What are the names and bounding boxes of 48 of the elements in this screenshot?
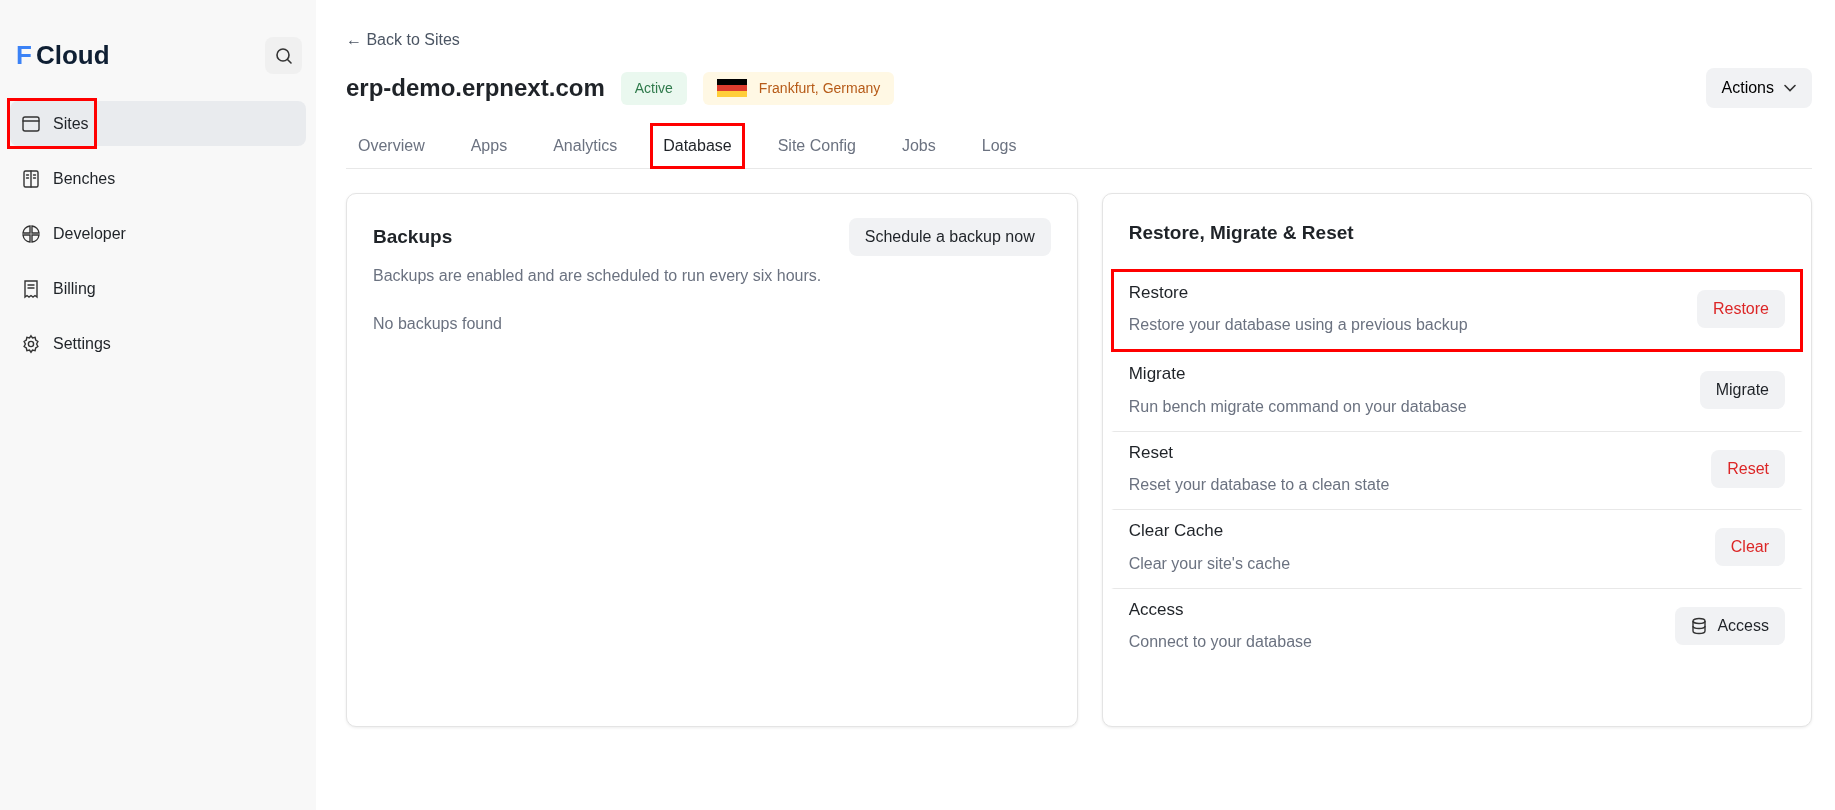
back-link[interactable]: ← Back to Sites [346, 31, 460, 48]
tab[interactable]: Overview [346, 124, 437, 168]
action-title: Clear Cache [1128, 520, 1225, 543]
region-badge: Frankfurt, Germany [702, 71, 895, 105]
logo-mark: F [16, 39, 32, 72]
action-button[interactable]: Access [1675, 606, 1785, 645]
action-title: Access [1128, 598, 1185, 621]
search-icon [274, 46, 293, 65]
settings-icon [21, 333, 41, 354]
action-title: Restore [1128, 281, 1190, 304]
search-button[interactable] [265, 37, 302, 74]
site-name: erp-demo.erpnext.com [346, 73, 605, 103]
action-description: Reset your database to a clean state [1128, 475, 1390, 496]
action-description: Connect to your database [1128, 632, 1312, 653]
card-title: Restore, Migrate & Reset [1128, 222, 1355, 245]
action-description: Clear your site's cache [1128, 553, 1291, 574]
tab[interactable]: Jobs [889, 124, 948, 168]
tab[interactable]: Logs [969, 124, 1029, 168]
flag-icon [716, 79, 747, 97]
sidebar-item[interactable]: Benches [10, 156, 306, 201]
status-badge: Active [620, 71, 687, 105]
chevron-down-icon [1784, 84, 1796, 92]
action-description: Run bench migrate command on your database [1128, 396, 1467, 417]
action-title: Migrate [1128, 363, 1187, 386]
logo-text: Cloud [35, 39, 110, 72]
grid-circle-icon [21, 223, 41, 244]
action-button[interactable]: Reset [1711, 449, 1785, 488]
action-button[interactable]: Migrate [1699, 371, 1785, 410]
action-button[interactable]: Clear [1714, 528, 1785, 567]
actions-button[interactable]: Actions [1705, 68, 1812, 108]
empty-message: No backups found [373, 314, 503, 334]
tab[interactable]: Database [651, 124, 744, 168]
tab[interactable]: Analytics [541, 124, 630, 168]
sidebar-item[interactable]: Developer [10, 211, 306, 256]
tab[interactable]: Site Config [765, 124, 868, 168]
schedule-backup-button[interactable]: Schedule a backup now [848, 218, 1051, 256]
tab[interactable]: Apps [458, 124, 520, 168]
columns-icon [21, 168, 41, 189]
database-icon [1691, 616, 1708, 635]
sidebar-item[interactable]: Billing [10, 266, 306, 311]
action-description: Restore your database using a previous backup [1128, 315, 1468, 336]
backups-description: Backups are enabled and are scheduled to run every six hours. [373, 266, 823, 286]
browser-window-icon [21, 113, 41, 134]
card-title: Backups [373, 225, 453, 249]
receipt-icon [21, 278, 41, 299]
action-button[interactable]: Restore [1696, 289, 1785, 328]
sidebar-item[interactable]: Settings [10, 321, 306, 366]
action-title: Reset [1128, 441, 1175, 464]
